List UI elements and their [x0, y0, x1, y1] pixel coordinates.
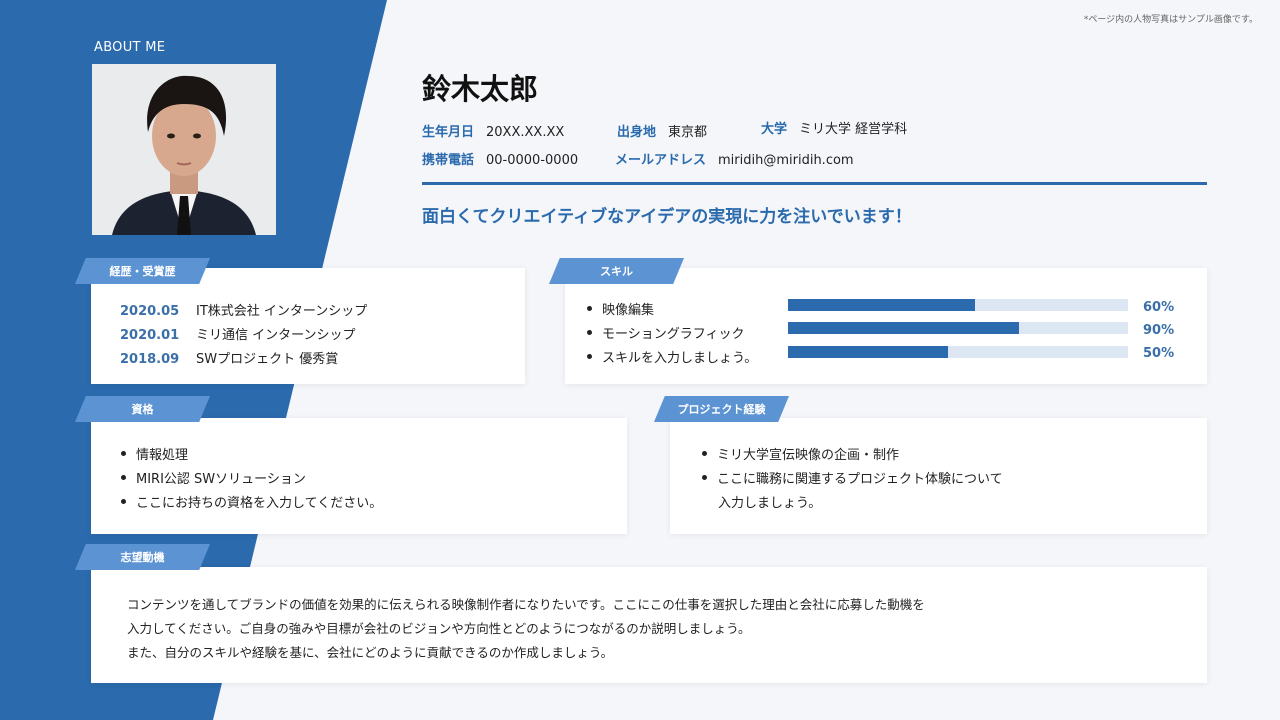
profile-photo	[92, 64, 276, 235]
motivation-line: また、自分のスキルや経験を基に、会社にどのように貢献できるのか作成しましょう。	[127, 645, 614, 660]
project-item-continued: 入力しましょう。	[718, 496, 822, 511]
tagline: 面白くてクリエイティブなアイデアの実現に力を注いでいます！	[422, 207, 912, 227]
project-item: ミリ大学宣伝映像の企画・制作	[702, 444, 899, 463]
motivation-line: コンテンツを通してブランドの価値を効果的に伝えられる映像制作者になりたいです。こ…	[127, 597, 925, 612]
motivation-tag: 志望動機	[75, 544, 210, 570]
origin-value: 東京都	[668, 125, 708, 140]
qualification-item: ここにお持ちの資格を入力してください。	[121, 492, 382, 511]
header-divider	[422, 182, 1207, 185]
phone-info: 携帯電話 00-0000-0000	[422, 149, 578, 168]
career-date: 2020.01	[120, 328, 180, 343]
skill-name: 映像編集	[587, 299, 654, 318]
skill-bar-track	[788, 346, 1128, 358]
qualification-item: 情報処理	[121, 444, 188, 463]
project-item: ここに職務に関連するプロジェクト体験について	[702, 468, 1003, 487]
person-name: 鈴木太郎	[422, 72, 539, 106]
skill-percent: 50%	[1143, 346, 1175, 361]
qualifications-tag: 資格	[75, 396, 210, 422]
email-label: メールアドレス	[615, 153, 707, 168]
birth-label: 生年月日	[422, 125, 475, 140]
skill-percent: 60%	[1143, 300, 1175, 315]
skill-bar-fill	[788, 346, 948, 358]
skill-bar-fill	[788, 322, 1020, 334]
career-text: ミリ通信 インターンシップ	[196, 328, 356, 343]
skill-name: モーショングラフィック	[587, 323, 744, 342]
phone-label: 携帯電話	[422, 153, 475, 168]
university-value: ミリ大学 経営学科	[799, 122, 908, 137]
career-item: 2018.09 SWプロジェクト 優秀賞	[120, 348, 338, 367]
skill-name: スキルを入力しましょう。	[587, 347, 757, 366]
career-item: 2020.05 IT株式会社 インターンシップ	[120, 300, 367, 319]
career-date: 2018.09	[120, 352, 180, 367]
birth-value: 20XX.XX.XX	[486, 125, 565, 140]
origin-label: 出身地	[617, 125, 657, 140]
email-info: メールアドレス miridih@miridih.com	[615, 149, 854, 168]
projects-tag: プロジェクト経験	[654, 396, 789, 422]
career-tag: 経歴・受賞歴	[75, 258, 210, 284]
photo-sample-note: *ページ内の人物写真はサンプル画像です。	[1083, 15, 1258, 25]
about-me-label: ABOUT ME	[94, 40, 166, 55]
skill-bar-track	[788, 299, 1128, 311]
skill-bar-track	[788, 322, 1128, 334]
phone-value: 00-0000-0000	[486, 153, 579, 168]
birth-info: 生年月日 20XX.XX.XX	[422, 121, 564, 140]
career-text: SWプロジェクト 優秀賞	[196, 352, 339, 367]
university-label: 大学	[761, 122, 788, 137]
motivation-line: 入力してください。ご自身の強みや目標が会社のビジョンや方向性とどのようにつながる…	[127, 621, 751, 636]
skill-bar-fill	[788, 299, 975, 311]
origin-info: 出身地 東京都	[617, 121, 707, 140]
skill-percent: 90%	[1143, 323, 1175, 338]
qualification-item: MIRI公認 SWソリューション	[121, 468, 306, 487]
email-value: miridih@miridih.com	[718, 153, 854, 168]
university-info: 大学 ミリ大学 経営学科	[761, 118, 907, 137]
skills-tag: スキル	[549, 258, 684, 284]
career-item: 2020.01 ミリ通信 インターンシップ	[120, 324, 355, 343]
career-text: IT株式会社 インターンシップ	[196, 304, 368, 319]
career-date: 2020.05	[120, 304, 180, 319]
